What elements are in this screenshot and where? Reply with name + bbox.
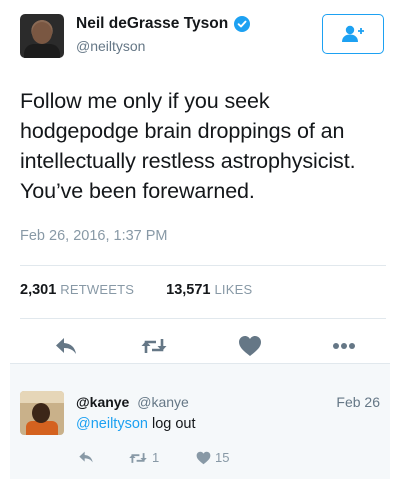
like-button[interactable] [236,332,264,360]
reply-like-button[interactable]: 15 [196,450,229,465]
more-button[interactable] [330,332,358,360]
verified-badge-icon [234,16,251,32]
retweets-stat[interactable]: 2,301 RETWEETS [20,282,134,298]
author-handle[interactable]: @neiltyson [76,38,145,54]
likes-stat[interactable]: 13,571 LIKES [166,282,252,298]
reply-retweet-count: 1 [152,450,160,465]
reply-icon [56,338,76,354]
reply-icon [79,451,93,463]
reply-like-count: 15 [215,450,230,465]
reply-text-body: log out [147,416,196,432]
reply-author-row: @kanye @kanye [76,394,189,410]
tweet-actions [0,332,400,360]
retweet-button[interactable] [140,332,168,360]
divider [20,318,386,319]
main-tweet: Neil deGrasse Tyson @neiltyson Follow me… [0,0,400,363]
divider [20,265,386,266]
add-user-icon [342,25,364,42]
reply-text: @neiltyson log out [76,416,196,432]
author-name[interactable]: Neil deGrasse Tyson [76,15,228,33]
reply-author-name[interactable]: @kanye [76,394,129,410]
reply-retweet-button[interactable]: 1 [128,450,159,465]
author-name-row: Neil deGrasse Tyson [76,15,251,33]
reply-mention-link[interactable]: @neiltyson [76,416,148,432]
reply-button[interactable] [52,332,80,360]
likes-count: 13,571 [166,282,211,298]
tweet-timestamp[interactable]: Feb 26, 2016, 1:37 PM [20,228,168,244]
heart-icon [196,451,211,464]
tweet-text: Follow me only if you seek hodgepodge br… [20,89,356,203]
more-dots-icon [333,343,355,349]
reply-avatar[interactable] [20,391,64,435]
tweet-stats: 2,301 RETWEETS 13,571 LIKES [20,282,252,298]
author-avatar[interactable] [20,14,64,58]
reply-date[interactable]: Feb 26 [336,394,380,410]
reply-tweet: @kanye @kanye Feb 26 @neiltyson log out … [10,363,390,479]
reply-reply-button[interactable] [78,450,94,464]
follow-button[interactable] [322,14,384,54]
reply-actions: 1 15 [10,450,390,470]
retweets-count: 2,301 [20,282,57,298]
heart-icon [239,336,261,356]
retweet-icon [129,452,147,463]
retweet-icon [141,339,167,353]
reply-author-handle[interactable]: @kanye [137,394,189,410]
likes-label: LIKES [214,282,253,297]
retweets-label: RETWEETS [60,282,135,297]
